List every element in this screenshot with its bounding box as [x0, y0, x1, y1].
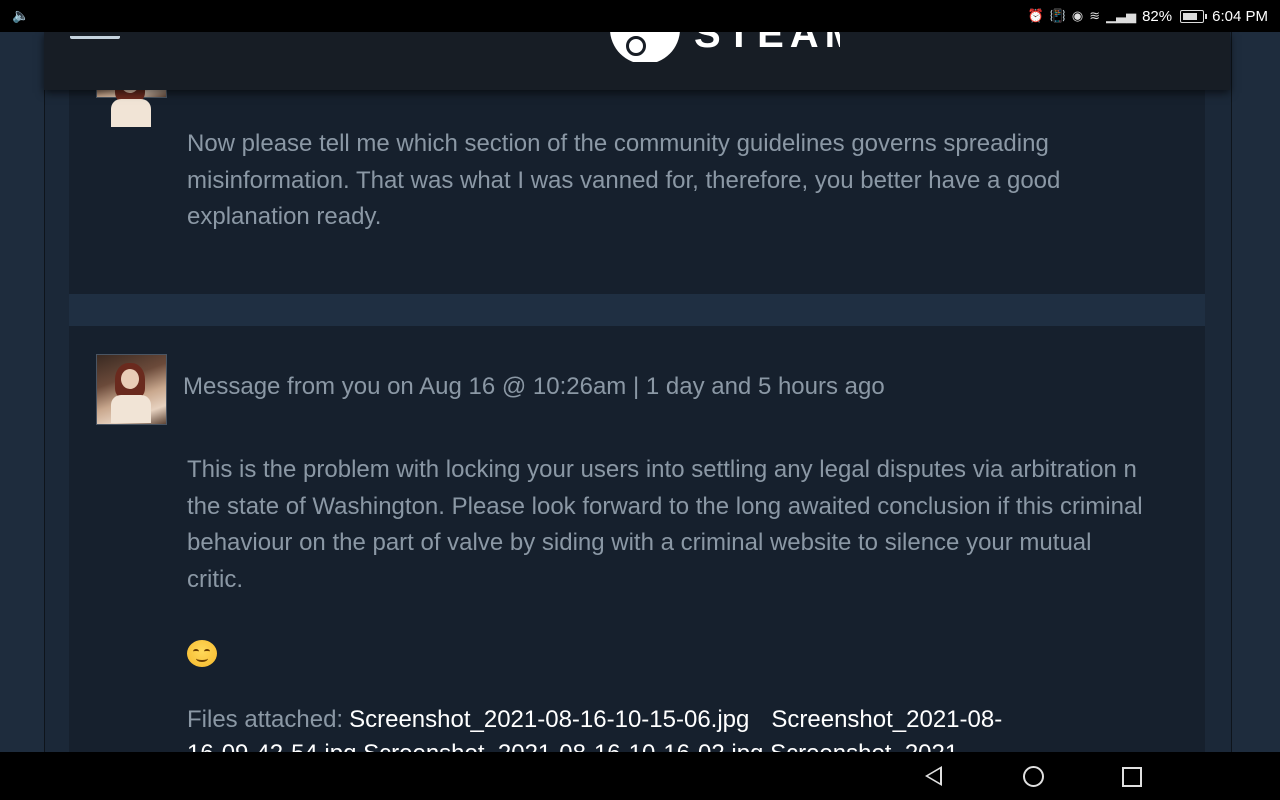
vibrate-icon: 📳: [1049, 8, 1066, 23]
wifi-icon: ≋: [1089, 8, 1101, 23]
message-meta: Message from you on Aug 16 @ 10:26am | 1…: [183, 373, 885, 400]
steam-logo-icon: [610, 32, 680, 62]
battery-icon: [1180, 9, 1208, 23]
steam-logo[interactable]: STEAM: [610, 32, 840, 62]
message-body: Now please tell me which section of the …: [187, 130, 1061, 230]
attachment-links-overflow[interactable]: 16-09-42-54.jpg Screenshot_2021-08-16-10…: [187, 742, 966, 752]
home-icon[interactable]: [1023, 766, 1044, 787]
recents-icon[interactable]: [1122, 767, 1142, 787]
files-attached-label: Files attached:: [187, 706, 344, 733]
battery-percent: 82%: [1142, 7, 1173, 25]
status-icons: ⏰ 📳 ◉ ≋ ▁▃▅ 82% 6:04 PM: [1027, 0, 1268, 32]
eye-comfort-icon: ◉: [1071, 8, 1084, 23]
steam-header: STEAM: [44, 32, 1230, 90]
volume-icon: 🔈: [12, 7, 30, 23]
alarm-icon: ⏰: [1027, 8, 1044, 23]
attachment-link[interactable]: Screenshot_2021-08-: [771, 706, 1002, 733]
attachment-link[interactable]: Screenshot_2021-08-16-10-15-06.jpg: [349, 706, 749, 733]
avatar[interactable]: [96, 354, 167, 425]
page-background-left: [0, 32, 44, 752]
message-body: This is the problem with locking your us…: [187, 456, 1143, 593]
files-attached: Files attached: Screenshot_2021-08-16-10-…: [187, 706, 1002, 734]
back-icon[interactable]: [925, 766, 942, 786]
clock: 6:04 PM: [1212, 7, 1268, 25]
steam-logo-text: STEAM: [694, 32, 840, 56]
signal-icon: ▁▃▅: [1106, 8, 1137, 23]
navigation-bar: [0, 752, 1280, 800]
page-background-right: [1231, 32, 1280, 752]
smiling-face-icon: [187, 640, 217, 667]
message-separator: [69, 294, 1205, 326]
status-bar: 🔈 ⏰ 📳 ◉ ≋ ▁▃▅ 82% 6:04 PM: [0, 0, 1280, 32]
